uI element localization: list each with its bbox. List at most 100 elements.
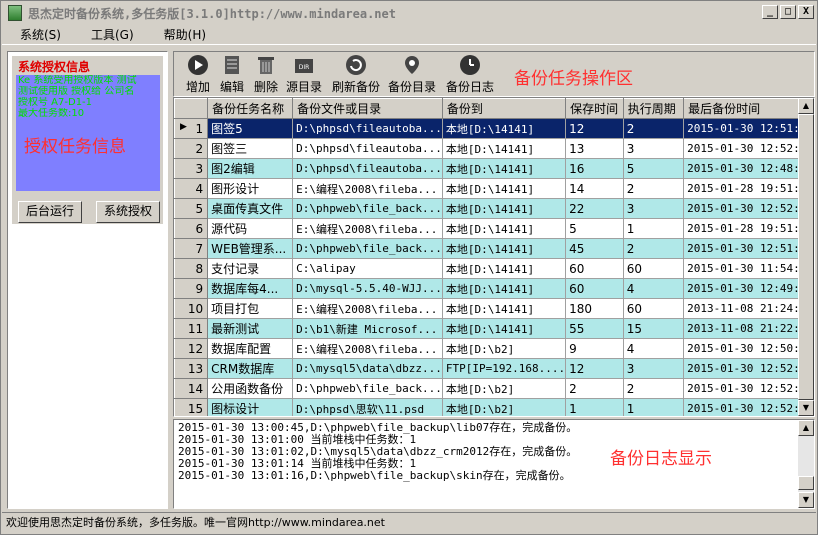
cell-task-name: 支付记录	[207, 258, 294, 279]
cell-period: 3	[623, 358, 685, 379]
edit-button[interactable]: 编辑	[220, 54, 244, 95]
cell-task-name: 图签5	[207, 118, 294, 139]
row-number: 4	[174, 178, 209, 199]
cell-last-backup: 2015-01-30 11:54:11	[683, 258, 814, 279]
source-dir-label: 源目录	[286, 80, 323, 94]
delete-button[interactable]: 删除	[254, 54, 278, 95]
menu-tools[interactable]: 工具(G)	[73, 26, 146, 43]
source-dir-button[interactable]: DIR 源目录	[286, 54, 322, 95]
row-number: 13	[174, 358, 209, 379]
title-bar[interactable]: 思杰定时备份系统,多任务版[3.1.0]http://www.mindarea.…	[2, 2, 816, 24]
cell-source: D:\b1\新建 Microsof...	[292, 318, 443, 339]
cell-retention: 16	[565, 158, 624, 179]
backup-log-button[interactable]: 备份日志	[446, 54, 494, 95]
add-button[interactable]: 增加	[186, 54, 210, 95]
maximize-button[interactable]: □	[780, 5, 796, 19]
table-row[interactable]: 8 支付记录 C:\alipay 本地[D:\14141] 60 60 2015-01-30…	[174, 258, 814, 279]
row-number: 5	[174, 198, 209, 219]
table-row[interactable]: 12 数据库配置 E:\编程\2008\fileba... 本地[D:\b2] 9 4 20…	[174, 338, 814, 359]
cell-source: D:\phpsd\fileautoba...	[292, 158, 443, 179]
document-icon	[225, 56, 239, 74]
backup-dir-button[interactable]: 备份目录	[388, 54, 436, 95]
run-background-button[interactable]: 后台运行	[18, 201, 82, 223]
cell-last-backup: 2015-01-30 12:49:45	[683, 278, 814, 299]
refresh-icon	[346, 55, 366, 75]
cell-task-name: 项目打包	[207, 298, 294, 319]
col-source[interactable]: 备份文件或目录	[292, 98, 443, 119]
table-row[interactable]: 11 最新测试 D:\b1\新建 Microsof... 本地[D:\14141] 55…	[174, 318, 814, 339]
cell-period: 2	[623, 238, 685, 259]
menu-system[interactable]: 系统(S)	[2, 26, 73, 43]
col-period[interactable]: 执行周期	[622, 98, 685, 119]
table-row[interactable]: 2 图签三 D:\phpsd\fileautoba... 本地[D:\14141] 13…	[174, 138, 814, 159]
cell-task-name: WEB管理系...	[207, 238, 294, 259]
log-scroll-down-button[interactable]: ▼	[798, 492, 814, 508]
row-number: 12	[174, 338, 209, 359]
table-row[interactable]: 5 桌面传真文件 D:\phpweb\file_back... 本地[D:\14141…	[174, 198, 814, 219]
cell-destination: 本地[D:\14141]	[442, 178, 567, 199]
col-last-backup[interactable]: 最后备份时间	[683, 98, 814, 119]
authorize-button[interactable]: 系统授权	[96, 201, 160, 223]
status-bar: 欢迎使用思杰定时备份系统，多任务版。唯一官网http://www.mindare…	[2, 512, 816, 534]
table-row[interactable]: 13 CRM数据库 D:\mysql5\data\dbzz... FTP[IP=192…	[174, 358, 814, 379]
license-line: 最大任务数:10	[18, 108, 85, 119]
cell-retention: 14	[565, 178, 624, 199]
table-row[interactable]: 7 WEB管理系... D:\phpweb\file_back... 本地[D:\14…	[174, 238, 814, 259]
play-icon	[188, 55, 208, 75]
cell-source: D:\phpweb\file_back...	[292, 238, 443, 259]
license-line: 测试使用版 授权给 公司名	[18, 86, 135, 97]
cell-period: 60	[623, 298, 685, 319]
table-row[interactable]: 15 图标设计 D:\phpsd\思软\11.psd 本地[D:\b2] 1 1 2015-…	[174, 398, 814, 416]
cell-last-backup: 2015-01-28 19:51:37	[683, 218, 814, 239]
scroll-thumb[interactable]	[798, 114, 814, 400]
window-title: 思杰定时备份系统,多任务版[3.1.0]http://www.mindarea.…	[28, 6, 396, 21]
log-scroll-up-button[interactable]: ▲	[798, 420, 814, 436]
cell-retention: 13	[565, 138, 624, 159]
cell-period: 2	[623, 378, 685, 399]
cell-period: 3	[623, 138, 685, 159]
cell-last-backup: 2015-01-30 12:51:52	[683, 118, 814, 139]
cell-retention: 12	[565, 118, 624, 139]
task-table: 备份任务名称 备份文件或目录 备份到 保存时间 执行周期 最后备份时间 1 ▶ 图签…	[173, 97, 815, 417]
log-scroll-thumb[interactable]	[798, 476, 814, 490]
table-row[interactable]: 1 ▶ 图签5 D:\phpsd\fileautoba... 本地[D:\14141] 1…	[174, 118, 814, 139]
cell-destination: 本地[D:\14141]	[442, 158, 567, 179]
license-line: 授权号 A7-D1-1	[18, 97, 93, 108]
cell-destination: 本地[D:\14141]	[442, 138, 567, 159]
col-task-name[interactable]: 备份任务名称	[207, 98, 294, 119]
scroll-up-button[interactable]: ▲	[798, 98, 814, 114]
table-row[interactable]: 10 项目打包 E:\编程\2008\fileba... 本地[D:\14141] 18…	[174, 298, 814, 319]
row-number: 9	[174, 278, 209, 299]
table-row[interactable]: 6 源代码 E:\编程\2008\fileba... 本地[D:\14141] 5 1 20…	[174, 218, 814, 239]
cell-retention: 180	[565, 298, 624, 319]
cell-source: D:\mysql5\data\dbzz...	[292, 358, 443, 379]
cell-last-backup: 2015-01-30 12:52:14	[683, 198, 814, 219]
cell-period: 2	[623, 118, 685, 139]
cell-retention: 5	[565, 218, 624, 239]
col-destination[interactable]: 备份到	[441, 98, 567, 119]
cell-period: 15	[623, 318, 685, 339]
row-number: 3	[174, 158, 209, 179]
minimize-button[interactable]: _	[762, 5, 778, 19]
cell-task-name: 数据库配置	[207, 338, 294, 359]
cell-destination: 本地[D:\b2]	[442, 338, 567, 359]
refresh-backup-button[interactable]: 刷新备份	[332, 54, 380, 95]
table-row[interactable]: 4 图形设计 E:\编程\2008\fileba... 本地[D:\14141] 14 2…	[174, 178, 814, 199]
log-scrollbar[interactable]: ▲ ▼	[798, 420, 814, 508]
table-row[interactable]: 3 图2编辑 D:\phpsd\fileautoba... 本地[D:\14141] 1…	[174, 158, 814, 179]
table-row[interactable]: 14 公用函数备份 D:\phpweb\file_back... 本地[D:\b2] 2…	[174, 378, 814, 399]
cell-last-backup: 2015-01-30 12:52:40	[683, 398, 814, 416]
menu-bar: 系统(S) 工具(G) 帮助(H)	[2, 25, 816, 45]
cell-task-name: 公用函数备份	[207, 378, 294, 399]
license-title: 系统授权信息	[18, 60, 91, 74]
table-row[interactable]: 9 数据库每4... D:\mysql-5.5.40-WJJ... 本地[D:\141…	[174, 278, 814, 299]
col-retention[interactable]: 保存时间	[565, 98, 624, 119]
app-icon	[8, 5, 22, 21]
menu-help[interactable]: 帮助(H)	[146, 26, 218, 43]
cell-source: D:\mysql-5.5.40-WJJ...	[292, 278, 443, 299]
scroll-down-button[interactable]: ▼	[798, 400, 814, 416]
row-number: 14	[174, 378, 209, 399]
table-scrollbar[interactable]: ▲ ▼	[798, 98, 814, 416]
cell-source: D:\phpsd\fileautoba...	[292, 138, 443, 159]
close-button[interactable]: X	[798, 5, 814, 19]
